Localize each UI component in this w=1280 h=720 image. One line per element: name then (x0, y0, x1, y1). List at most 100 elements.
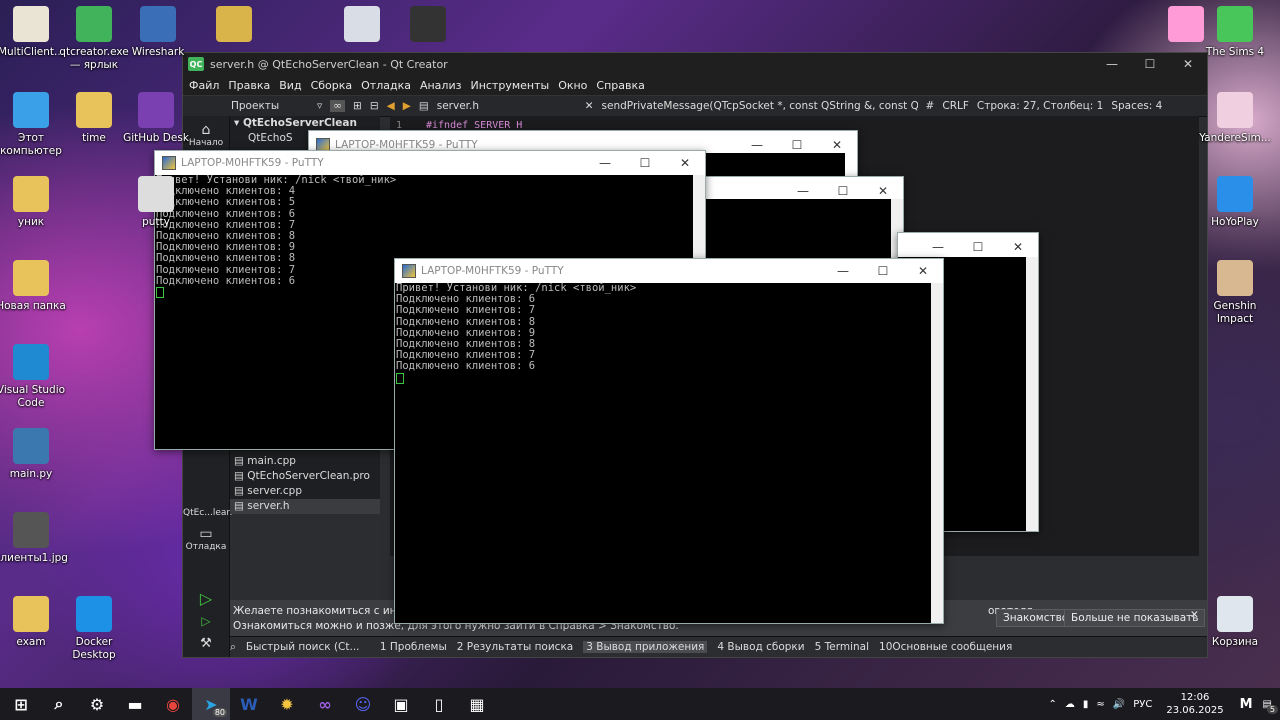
taskbar-button[interactable]: ▣ (382, 688, 420, 720)
project-root[interactable]: ▾ QtEchoServerClean (230, 116, 380, 131)
project-file[interactable]: ▤ server.h (230, 499, 380, 514)
desktop-icon[interactable]: putty (118, 176, 194, 229)
desktop-icon[interactable]: уник (0, 176, 69, 229)
app-tray-icon[interactable]: M (1240, 697, 1253, 712)
menu-item[interactable]: Анализ (420, 79, 462, 92)
symbol-dropdown[interactable]: sendPrivateMessage(QTcpSocket *, const Q… (602, 100, 918, 112)
minimize-icon[interactable]: — (918, 240, 958, 254)
battery-icon[interactable]: ▮ (1083, 699, 1089, 710)
build-icon[interactable]: ⚒ (183, 636, 229, 651)
forward-icon[interactable]: ▶ (403, 100, 411, 112)
project-file[interactable]: ▤ main.cpp (230, 454, 380, 469)
wifi-icon[interactable]: ≈ (1096, 699, 1104, 710)
taskbar-button[interactable]: ➤ 80 (192, 688, 230, 720)
close-file-icon[interactable]: ✕ (585, 100, 594, 112)
menu-item[interactable]: Вид (279, 79, 301, 92)
menu-item[interactable]: Сборка (311, 79, 353, 92)
project-file[interactable]: ▤ server.cpp (230, 484, 380, 499)
link-icon[interactable]: ∞ (330, 100, 346, 112)
taskbar-button[interactable]: ◉ (154, 688, 192, 720)
back-icon[interactable]: ◀ (387, 100, 395, 112)
maximize-icon[interactable]: ☐ (1131, 57, 1169, 71)
output-tab[interactable]: 10Основные сообщения (879, 641, 1012, 653)
desktop-icon[interactable] (324, 6, 400, 46)
close-pane-icon[interactable]: ⊟ (370, 100, 379, 112)
maximize-icon[interactable]: ☐ (958, 240, 998, 254)
maximize-icon[interactable]: ☐ (823, 184, 863, 198)
cloud-icon[interactable]: ☁ (1065, 699, 1075, 710)
debug-run-icon[interactable]: ▷ (183, 614, 229, 628)
close-icon[interactable]: ✕ (817, 138, 857, 152)
desktop-icon[interactable]: клиенты1.jpg (0, 512, 69, 565)
close-icon[interactable]: ✕ (903, 264, 943, 278)
desktop-icon[interactable]: Корзина (1197, 596, 1273, 649)
minimize-icon[interactable]: — (737, 138, 777, 152)
terminal-output[interactable]: Привет! Установи ник: /nick <твой_ник> По… (395, 282, 931, 623)
menu-item[interactable]: Файл (189, 79, 219, 92)
projects-dropdown[interactable]: Проекты (231, 100, 309, 112)
taskbar-button[interactable]: ⌕ (40, 688, 78, 720)
taskbar-button[interactable]: ✹ (268, 688, 306, 720)
taskbar-button[interactable]: ▯ (420, 688, 458, 720)
split-icon[interactable]: ⊞ (353, 100, 362, 112)
chevron-up-icon[interactable]: ⌃ (1048, 699, 1056, 710)
output-tab[interactable]: 3 Вывод приложения (583, 641, 708, 653)
indent-settings[interactable]: Spaces: 4 (1111, 100, 1162, 112)
desktop-icon[interactable]: main.py (0, 428, 69, 481)
putty-window-2[interactable]: LAPTOP-M0HFTK59 - PuTTY — ☐ ✕ Привет! Уста… (394, 258, 944, 624)
run-icon[interactable]: ▷ (183, 589, 229, 608)
eol-label[interactable]: CRLF (942, 100, 969, 112)
filter-icon[interactable]: ▿ (317, 100, 322, 112)
maximize-icon[interactable]: ☐ (777, 138, 817, 152)
open-file-dropdown[interactable]: server.h (437, 100, 577, 112)
menu-item[interactable]: Правка (228, 79, 270, 92)
taskbar-button[interactable]: ▬ (116, 688, 154, 720)
minimize-icon[interactable]: — (1093, 57, 1131, 71)
close-icon[interactable]: ✕ (665, 156, 705, 170)
taskbar-button[interactable]: ▦ (458, 688, 496, 720)
menu-item[interactable]: Отладка (361, 79, 411, 92)
desktop-icon[interactable]: Visual Studio Code (0, 344, 69, 410)
mode-project[interactable]: QtEc...lean (183, 508, 232, 518)
taskbar-button[interactable]: ☺ (344, 688, 382, 720)
menu-item[interactable]: Инструменты (470, 79, 549, 92)
menu-item[interactable]: Справка (596, 79, 644, 92)
close-icon[interactable]: ✕ (998, 240, 1038, 254)
project-file[interactable]: ▤ QtEchoServerClean.pro (230, 469, 380, 484)
output-tab[interactable]: 2 Результаты поиска (457, 641, 573, 653)
close-icon[interactable]: ✕ (863, 184, 903, 198)
maximize-icon[interactable]: ☐ (863, 264, 903, 278)
output-tab[interactable]: 1 Проблемы (380, 641, 447, 653)
minimize-icon[interactable]: — (823, 264, 863, 278)
desktop-icon[interactable]: GitHub Desk (118, 92, 194, 145)
minimize-icon[interactable]: — (783, 184, 823, 198)
cursor-position[interactable]: Строка: 27, Столбец: 1 (977, 100, 1103, 112)
taskbar-button[interactable]: ∞ (306, 688, 344, 720)
mode-debug[interactable]: ▭ Отладка (183, 526, 229, 552)
minimize-icon[interactable]: — (585, 156, 625, 170)
menu-item[interactable]: Окно (558, 79, 587, 92)
qt-title-bar[interactable]: QC server.h @ QtEchoServerClean - Qt Cre… (183, 53, 1207, 75)
taskbar-button[interactable]: W (230, 688, 268, 720)
desktop-icon[interactable]: Docker Desktop (56, 596, 132, 662)
maximize-icon[interactable]: ☐ (625, 156, 665, 170)
desktop-icon[interactable]: Genshin Impact (1197, 260, 1273, 326)
close-icon[interactable]: ✕ (1169, 57, 1207, 71)
quick-search-input[interactable]: Быстрый поиск (Ct... (246, 641, 370, 653)
output-tab[interactable]: 4 Вывод сборки (717, 641, 804, 653)
desktop-icon[interactable]: The Sims 4 (1197, 6, 1273, 59)
never-show-button[interactable]: Больше не показывать (1064, 609, 1206, 627)
desktop-icon[interactable]: HoYoPlay (1197, 176, 1273, 229)
desktop-icon[interactable]: YandereSim... (1197, 92, 1273, 145)
desktop-icon[interactable]: Wireshark (120, 6, 196, 59)
notification-icon[interactable]: ▤ 5 (1263, 699, 1278, 714)
taskbar-button[interactable]: ⊞ (2, 688, 40, 720)
language-indicator[interactable]: РУС (1133, 699, 1152, 710)
output-tab[interactable]: 5 Terminal (815, 641, 869, 653)
taskbar-button[interactable]: ⚙ (78, 688, 116, 720)
desktop-icon[interactable]: Новая папка (0, 260, 69, 313)
volume-icon[interactable]: 🔊 (1113, 699, 1125, 710)
desktop-icon[interactable] (390, 6, 466, 46)
desktop-icon[interactable] (196, 6, 272, 46)
clock[interactable]: 12:06 23.06.2025 (1166, 691, 1223, 717)
